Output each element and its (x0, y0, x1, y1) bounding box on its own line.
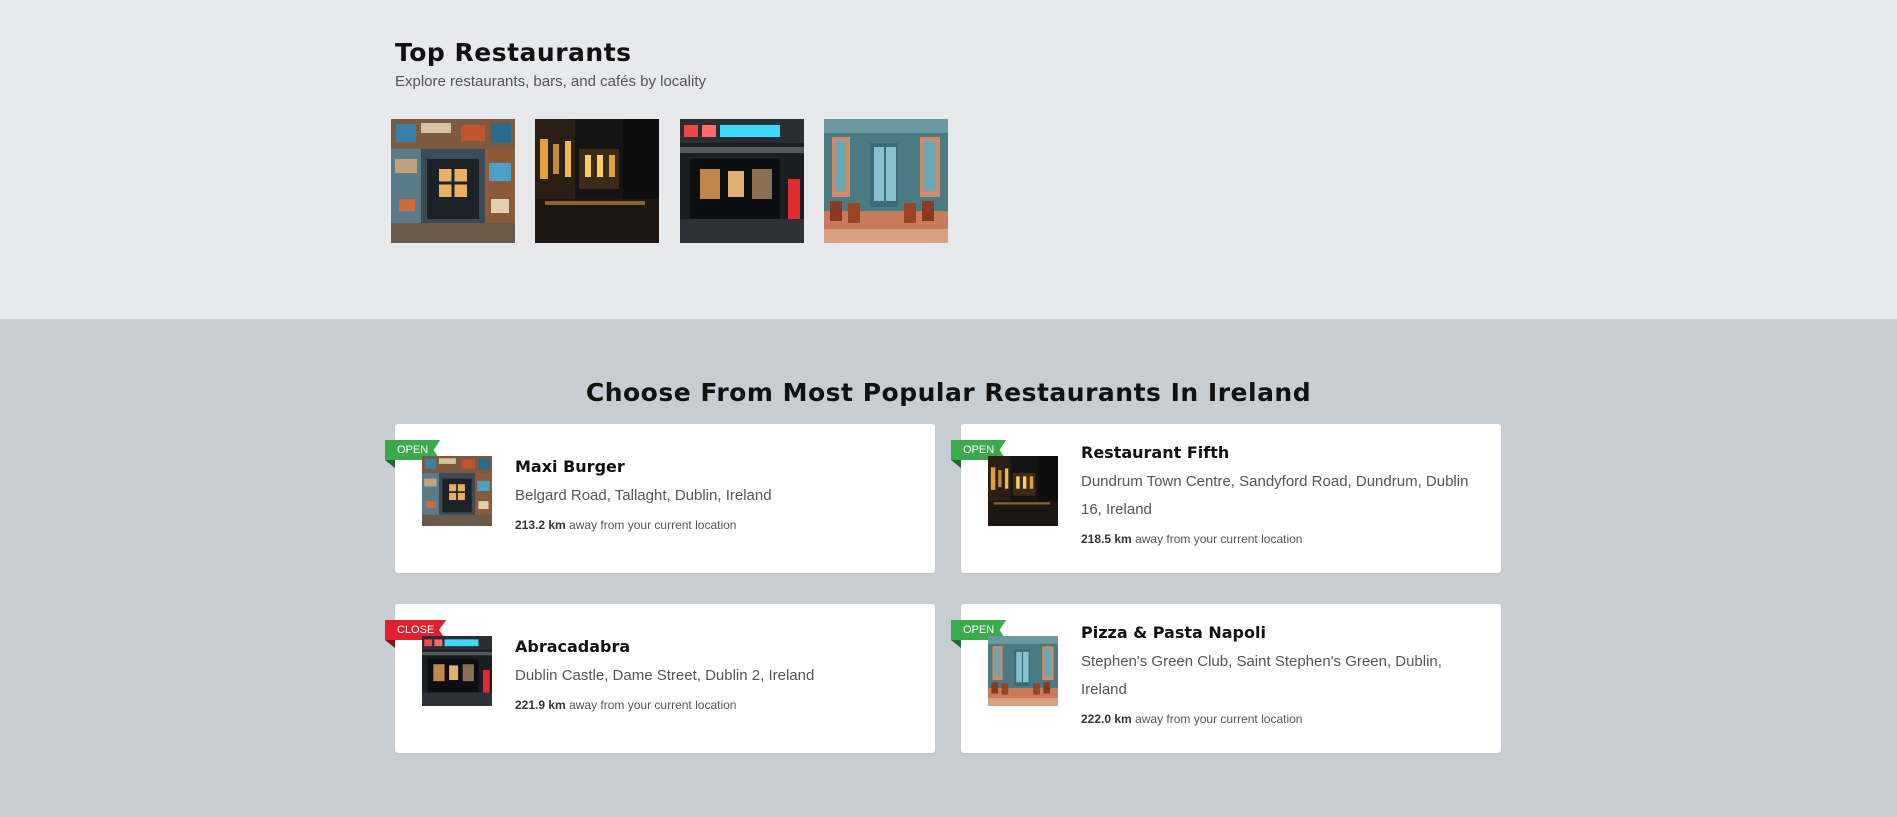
distance-value: 218.5 km (1081, 532, 1132, 546)
restaurant-name[interactable]: Abracadabra (515, 637, 630, 656)
restaurant-image (988, 456, 1058, 526)
restaurant-name[interactable]: Restaurant Fifth (1081, 443, 1229, 462)
restaurant-image (422, 636, 492, 706)
ribbon-fold (951, 640, 961, 648)
top-restaurants-subtitle: Explore restaurants, bars, and cafés by … (395, 73, 706, 90)
distance-suffix: away from your current location (569, 698, 737, 712)
storefront-image (391, 119, 515, 243)
restaurant-image (422, 456, 492, 526)
top-restaurants-section: Top Restaurants Explore restaurants, bar… (0, 0, 1897, 319)
distance-suffix: away from your current location (1135, 712, 1303, 726)
restaurant-address: Belgard Road, Tallaght, Dublin, Ireland (515, 487, 772, 504)
restaurant-thumbnail-blue-cafe-terrace[interactable] (824, 119, 948, 243)
restaurant-card-abracadabra[interactable]: CLOSE Abracadabra Dublin Castle, Dame St… (385, 604, 935, 753)
restaurant-thumbnail-colorful-storefront[interactable] (391, 119, 515, 243)
distance-suffix: away from your current location (569, 518, 737, 532)
restaurant-card-restaurant-fifth[interactable]: OPEN Restaurant Fifth Dundrum Town Centr… (951, 424, 1501, 573)
ribbon-fold (385, 640, 395, 648)
popular-restaurants-title: Choose From Most Popular Restaurants In … (585, 378, 1312, 407)
ribbon-fold (385, 460, 395, 468)
blue-cafe-image (824, 119, 948, 243)
restaurant-name[interactable]: Maxi Burger (515, 457, 625, 476)
distance-value: 222.0 km (1081, 712, 1132, 726)
restaurant-address: Dundrum Town Centre, Sandyford Road, Dun… (1081, 473, 1469, 518)
restaurant-address: Stephen's Green Club, Saint Stephen's Gr… (1081, 653, 1442, 698)
bar-interior-image (535, 119, 659, 243)
top-restaurants-title: Top Restaurants (395, 38, 632, 67)
ribbon-fold (951, 460, 961, 468)
neon-bar-image (680, 119, 804, 243)
restaurant-address: Dublin Castle, Dame Street, Dublin 2, Ir… (515, 667, 815, 684)
distance-value: 213.2 km (515, 518, 566, 532)
restaurant-card-maxi-burger[interactable]: OPEN Maxi Burger Belgard Road, Tallaght,… (385, 424, 935, 573)
restaurant-distance: 218.5 km away from your current location (1081, 532, 1302, 546)
restaurant-image (988, 636, 1058, 706)
restaurant-distance: 222.0 km away from your current location (1081, 712, 1302, 726)
distance-value: 221.9 km (515, 698, 566, 712)
restaurant-thumbnail-dark-bar-interior[interactable] (535, 119, 659, 243)
restaurant-distance: 213.2 km away from your current location (515, 518, 736, 532)
restaurant-card-pizza-pasta-napoli[interactable]: OPEN Pizza & Pasta Napoli Stephen's Gree… (951, 604, 1501, 753)
restaurant-name[interactable]: Pizza & Pasta Napoli (1081, 623, 1266, 642)
restaurant-thumbnail-neon-bar-entrance[interactable] (680, 119, 804, 243)
distance-suffix: away from your current location (1135, 532, 1303, 546)
restaurant-distance: 221.9 km away from your current location (515, 698, 736, 712)
